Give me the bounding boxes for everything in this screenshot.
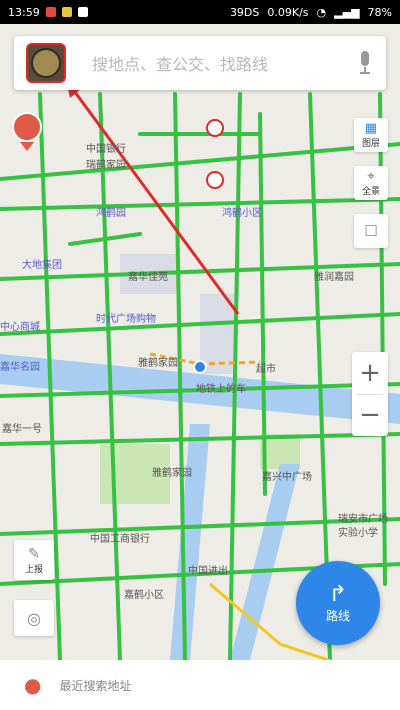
map-label[interactable]: 雅鹤家园: [152, 464, 192, 479]
map-label[interactable]: 嘉华名园: [0, 358, 40, 373]
bottom-bar[interactable]: ● 最近搜索地址: [0, 660, 400, 710]
map-label[interactable]: 实验小学: [338, 524, 378, 539]
signal-icon: ▂▄▆: [334, 5, 360, 19]
compass-icon: ◎: [27, 608, 41, 628]
zoom-controls: + −: [352, 352, 388, 436]
map-label[interactable]: 中国银行: [86, 140, 126, 155]
zoom-in-button[interactable]: +: [352, 352, 388, 394]
map-label[interactable]: 中国进出: [188, 562, 228, 577]
search-input[interactable]: 搜地点、查公交、找路线: [92, 51, 356, 75]
map-label[interactable]: 嘉兴中广场: [262, 468, 312, 483]
app-icon: [77, 7, 88, 17]
report-icon: ☐: [364, 222, 378, 240]
map-label[interactable]: 嘉华一号: [2, 420, 42, 435]
report-traffic-label: 上报: [24, 564, 43, 575]
map-label[interactable]: 雅润嘉园: [314, 268, 354, 283]
map-label[interactable]: 瑞鹤家园: [86, 156, 126, 171]
panorama-button[interactable]: ⌖ 全景: [354, 166, 388, 200]
map-label[interactable]: 鸿鹤小区: [222, 204, 262, 219]
map-label[interactable]: 超市: [256, 360, 276, 375]
route-label: 路线: [325, 609, 350, 623]
route-button[interactable]: ↱ 路线: [296, 561, 380, 645]
map-label[interactable]: 瑞安市广场: [338, 510, 388, 525]
map-label[interactable]: 嘉华佳苑: [128, 268, 168, 283]
map-label[interactable]: 嘉鹤小区: [124, 586, 164, 601]
edit-doc-icon: ✎: [28, 545, 40, 562]
location-pin-icon: ⌖: [367, 169, 375, 184]
current-location-dot: [193, 360, 207, 374]
battery-level: 78%: [367, 5, 392, 19]
map-label[interactable]: 中国工商银行: [90, 530, 150, 545]
panorama-label: 全景: [361, 187, 380, 197]
user-pin-icon[interactable]: [10, 112, 44, 152]
user-avatar[interactable]: [26, 43, 66, 83]
metro-station-icon: [206, 119, 224, 137]
notification-icon: [45, 7, 56, 17]
network-speed: 0.09K/s: [267, 5, 309, 19]
map-label[interactable]: 中心商城: [0, 318, 40, 333]
search-bar[interactable]: 搜地点、查公交、找路线: [14, 36, 386, 90]
map-label[interactable]: 时代广场购物: [96, 310, 156, 325]
map-label[interactable]: 鸿鹤园: [96, 204, 126, 219]
app-icon: [61, 7, 72, 17]
metro-station-icon: [206, 171, 224, 189]
microphone-icon[interactable]: [356, 49, 374, 77]
layers-icon: ▦: [364, 121, 378, 136]
status-bar: 13:59 39DS 0.09K/s ◔ ▂▄▆ 78%: [0, 0, 400, 24]
route-arrow-icon: ↱: [328, 582, 348, 607]
layers-label: 图层: [361, 139, 380, 149]
avatar-image: [31, 48, 61, 78]
zoom-out-button[interactable]: −: [352, 395, 388, 437]
map-label[interactable]: 地铁上的车: [196, 380, 246, 395]
layers-button[interactable]: ▦ 图层: [354, 118, 388, 152]
map-label[interactable]: 雅鹤家园: [138, 354, 178, 369]
location-pin-icon: ●: [24, 673, 42, 697]
map-label[interactable]: 大地集团: [22, 256, 62, 271]
recent-address-text[interactable]: 最近搜索地址: [59, 677, 131, 694]
status-time: 13:59: [8, 5, 40, 19]
wifi-icon: ◔: [316, 5, 327, 19]
report-traffic-button[interactable]: ✎ 上报: [14, 540, 54, 580]
report-button[interactable]: ☐: [354, 214, 388, 248]
network-label: 39DS: [229, 5, 260, 19]
compass-button[interactable]: ◎: [14, 600, 54, 636]
